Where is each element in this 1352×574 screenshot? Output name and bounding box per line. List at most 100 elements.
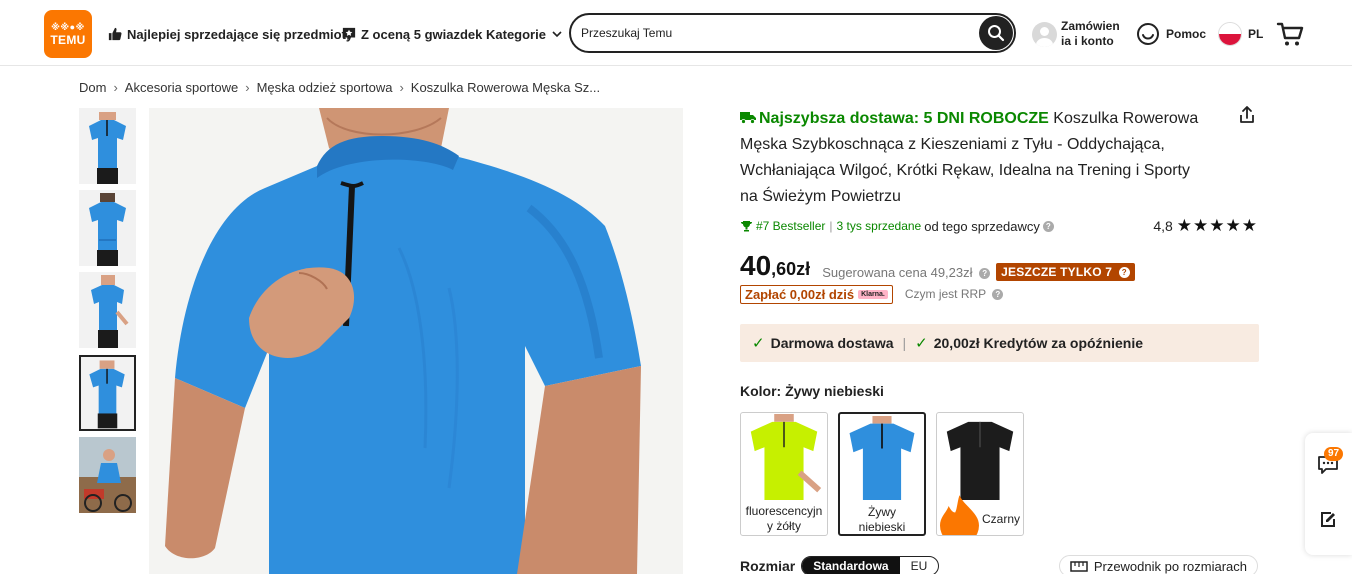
product-thumbnail[interactable] (79, 437, 136, 513)
search-icon (988, 25, 1005, 42)
cyclist-lifestyle-image (79, 437, 136, 513)
language-label: PL (1248, 27, 1264, 41)
check-icon: ✓ (752, 335, 765, 352)
shirt-model-image (81, 357, 134, 429)
main-product-image[interactable] (149, 108, 683, 574)
product-meta: #7 Bestseller | 3 tys sprzedane od tego … (740, 216, 1260, 236)
shirt-side-image (79, 272, 136, 348)
floating-support-widget: 97 (1305, 433, 1352, 555)
question-icon[interactable]: ? (979, 268, 991, 280)
product-title: Najszybsza dostawa: 5 DNI ROBOCZE Koszul… (740, 106, 1210, 210)
sold-count: 3 tys sprzedane (836, 219, 922, 233)
color-label: Kolor: Żywy niebieski (740, 383, 884, 399)
nav-categories[interactable]: Kategorie (486, 25, 563, 43)
size-system-toggle: Standardowa EU (801, 556, 940, 574)
size-guide-button[interactable]: Przewodnik po rozmiarach (1058, 555, 1258, 574)
product-thumbnail[interactable] (79, 190, 136, 266)
help-link[interactable]: Pomoc (1136, 22, 1206, 46)
question-icon: ? (992, 289, 1004, 301)
color-option-label: fluorescencyjn y żółty (745, 504, 823, 533)
color-option-label: Żywy niebieski (858, 505, 906, 534)
breadcrumb-separator: › (113, 80, 118, 95)
avatar (1032, 22, 1057, 47)
search-bar (569, 13, 1016, 53)
breadcrumb-sport-accessories[interactable]: Akcesoria sportowe (125, 80, 238, 95)
breadcrumb-separator: › (399, 80, 404, 95)
klarna-pay-today[interactable]: Zapłać 0,00zł dziś Klarna. (740, 284, 893, 304)
notification-badge: 97 (1324, 447, 1344, 461)
color-option-label: Czarny (937, 495, 1023, 535)
meta-separator: | (829, 219, 833, 233)
yellow-shirt-image (741, 414, 827, 500)
rrp-info[interactable]: Czym jest RRP ? (904, 287, 1004, 301)
language-selector[interactable]: PL (1218, 22, 1263, 46)
fastest-delivery: Najszybsza dostawa: 5 DNI ROBOCZE (759, 110, 1049, 127)
price: 40,60zł (740, 251, 810, 284)
share-icon[interactable] (1237, 105, 1257, 125)
size-row: Rozmiar Standardowa EU Przewodnik po roz… (740, 555, 1260, 574)
chevron-down-icon (552, 31, 562, 38)
ruler-icon (1070, 561, 1088, 572)
breadcrumb-current-product[interactable]: Koszulka Rowerowa Męska Sz... (411, 80, 600, 95)
product-thumbnail[interactable] (79, 272, 136, 348)
size-eu-option[interactable]: EU (900, 557, 939, 574)
pay-today-text: Zapłać 0,00zł dziś (745, 286, 855, 302)
trophy-icon (741, 221, 752, 232)
color-option-label-text: Czarny (981, 511, 1020, 526)
blue-cycling-jersey-photo (149, 108, 683, 574)
breadcrumb-home[interactable]: Dom (79, 80, 106, 95)
free-shipping: Darmowa dostawa (770, 335, 894, 351)
nav-bestsellers-label: Najlepiej sprzedające się przedmioty (127, 26, 354, 42)
benefits-bar[interactable]: ✓ Darmowa dostawa | ✓ 20,00zł Kredytów z… (740, 324, 1259, 362)
search-input[interactable] (581, 23, 971, 43)
poland-flag-icon (1218, 22, 1242, 46)
bestseller-label: #7 Bestseller (756, 219, 826, 233)
breadcrumb-separator: › (245, 80, 250, 95)
check-icon: ✓ (915, 335, 928, 352)
nav-five-stars[interactable]: Z oceną 5 gwiazdek (342, 25, 482, 43)
flame-icon (940, 495, 979, 535)
size-guide-label: Przewodnik po rozmiarach (1093, 558, 1247, 574)
stock-badge: JESZCZE TYLKO 7 ? (996, 263, 1135, 281)
cart-icon[interactable] (1276, 20, 1304, 48)
color-option-blue-selected[interactable]: Żywy niebieski (838, 412, 926, 536)
price-row: 40,60zł Sugerowana cena 49,23zł ? JESZCZ… (740, 250, 1260, 284)
benefits-separator: | (902, 335, 907, 351)
size-label: Rozmiar (740, 558, 796, 574)
star-badge-icon (342, 27, 356, 41)
product-thumbnail[interactable] (79, 108, 136, 184)
delay-credit: 20,00zł Kredytów za opóźnienie (933, 335, 1144, 351)
color-option-yellow[interactable]: fluorescencyjn y żółty (740, 412, 828, 536)
breadcrumb: Dom › Akcesoria sportowe › Męska odzież … (79, 80, 600, 95)
blue-shirt-image (840, 416, 924, 500)
rating[interactable]: 4,8 ★★★★★ (1153, 216, 1258, 236)
logo-mark: ※※●※ (51, 22, 85, 32)
logo-text: TEMU (50, 33, 86, 47)
account-label: Zamówien ia i konto (1061, 19, 1120, 48)
size-standard-option[interactable]: Standardowa (802, 557, 900, 574)
account-orders[interactable]: Zamówien ia i konto (1032, 19, 1127, 51)
question-icon[interactable]: ? (1042, 220, 1054, 232)
feedback-edit-icon[interactable] (1318, 509, 1338, 529)
suggested-price-text: Sugerowana cena 49,23zł (822, 265, 973, 280)
pay-row: Zapłać 0,00zł dziś Klarna. Czym jest RRP… (740, 284, 1004, 304)
breadcrumb-mens-sportswear[interactable]: Męska odzież sportowa (257, 80, 393, 95)
shirt-back-image (79, 190, 136, 266)
rating-value: 4,8 (1153, 218, 1173, 234)
nav-bestsellers[interactable]: Najlepiej sprzedające się przedmioty (108, 25, 353, 43)
thumbs-up-icon (108, 27, 122, 41)
support-icon (1137, 23, 1159, 45)
truck-icon (740, 112, 756, 124)
product-thumbnail-selected[interactable] (79, 355, 136, 431)
help-label: Pomoc (1166, 27, 1207, 41)
nav-five-stars-label: Z oceną 5 gwiazdek (361, 26, 483, 42)
bestseller-rank[interactable]: #7 Bestseller (740, 219, 825, 233)
rrp-info-text: Czym jest RRP (904, 287, 986, 301)
nav-categories-label: Kategorie (486, 26, 546, 42)
seller-note: od tego sprzedawcy (924, 218, 1040, 234)
temu-logo[interactable]: ※※●※ TEMU (44, 10, 92, 58)
color-option-black[interactable]: Czarny (936, 412, 1024, 536)
question-icon[interactable]: ? (1118, 267, 1130, 279)
search-button[interactable] (979, 16, 1013, 50)
shirt-front-image (79, 108, 136, 184)
